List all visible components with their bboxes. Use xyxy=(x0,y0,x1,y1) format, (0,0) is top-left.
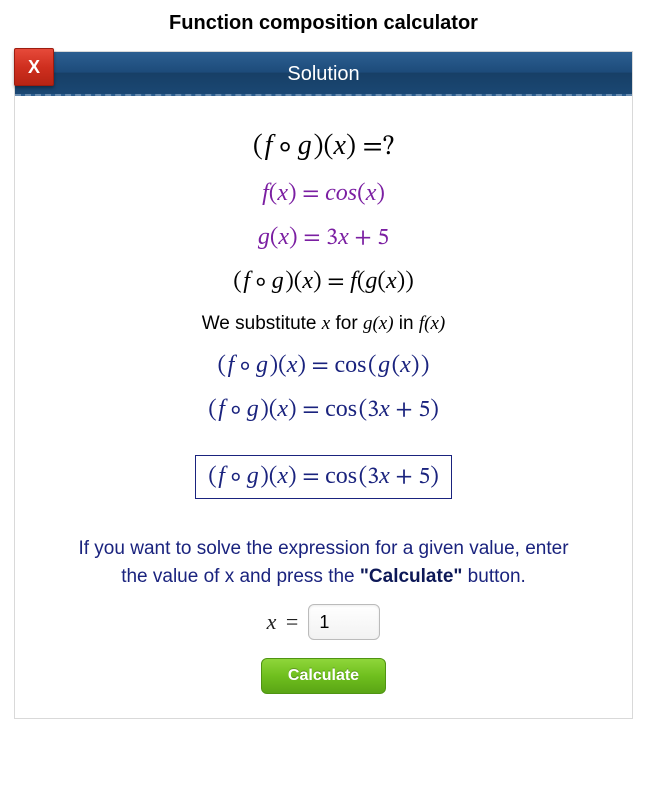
panel-header: X Solution xyxy=(15,52,632,96)
equation-step1: ( f ∘ g )(x) = cos ( g (x) ) xyxy=(23,351,624,381)
panel-body: ( f ∘ g )(x) =? f(x) = cos(x) g(x) = 3x … xyxy=(15,96,632,718)
explain-prefix: We substitute xyxy=(202,313,322,334)
solution-panel: X Solution ( f ∘ g )(x) =? f(x) = cos(x)… xyxy=(14,51,633,719)
equation-g-def: g(x) = 3x + 5 xyxy=(23,223,624,253)
equation-f-def: f(x) = cos(x) xyxy=(23,179,624,209)
close-button[interactable]: X xyxy=(14,48,54,86)
instruction-calculate-word: "Calculate" xyxy=(360,566,463,587)
panel-header-title: Solution xyxy=(287,63,359,85)
explain-fx: f(x) xyxy=(419,313,445,334)
instruction-line2-pre: the value of x and press the xyxy=(121,566,360,587)
explain-mid2: in xyxy=(394,313,419,334)
instruction-line1: If you want to solve the expression for … xyxy=(78,538,568,559)
page-title: Function composition calculator xyxy=(0,0,647,51)
x-label: x = xyxy=(267,609,299,635)
equation-step2: ( f ∘ g )(x) = cos (3x + 5) xyxy=(23,395,624,425)
explain-gx: g(x) xyxy=(363,313,394,334)
explain-mid: for xyxy=(330,313,363,334)
equation-composition-def: ( f ∘ g )(x) = f(g(x)) xyxy=(23,267,624,297)
x-input-row: x = xyxy=(23,604,624,640)
equation-question: ( f ∘ g )(x) =? xyxy=(23,130,624,165)
explain-x: x xyxy=(322,313,330,334)
equation-result-boxed: ( f ∘ g )(x) = cos (3x + 5) xyxy=(195,455,452,499)
calculate-button[interactable]: Calculate xyxy=(261,658,386,694)
substitution-explain: We substitute x for g(x) in f(x) xyxy=(23,313,624,335)
x-value-input[interactable] xyxy=(308,604,380,640)
instruction-line2-post: button. xyxy=(462,566,525,587)
instruction-text: If you want to solve the expression for … xyxy=(31,535,616,590)
